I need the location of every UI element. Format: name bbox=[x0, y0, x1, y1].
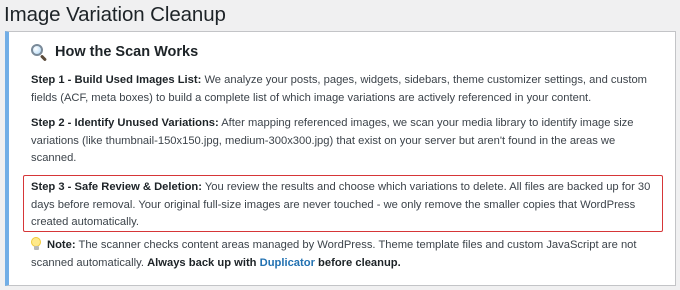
card-heading: How the Scan Works bbox=[30, 41, 198, 63]
magnifier-icon bbox=[30, 43, 48, 62]
note-backup-prefix: Always back up with bbox=[147, 256, 260, 269]
duplicator-link[interactable]: Duplicator bbox=[260, 257, 315, 269]
step-1: Step 1 - Build Used Images List: We anal… bbox=[31, 72, 661, 107]
lightbulb-icon bbox=[31, 237, 41, 250]
step-3: Step 3 - Safe Review & Deletion: You rev… bbox=[31, 179, 661, 232]
card-heading-text: How the Scan Works bbox=[55, 44, 199, 60]
page-title: Image Variation Cleanup bbox=[4, 3, 226, 26]
note-backup-suffix: before cleanup. bbox=[314, 256, 401, 269]
step-1-title: Step 1 - Build Used Images List: bbox=[31, 74, 202, 86]
step-2: Step 2 - Identify Unused Variations: Aft… bbox=[31, 115, 661, 168]
note-label: Note: bbox=[47, 239, 76, 251]
note: Note: The scanner checks content areas m… bbox=[31, 237, 671, 272]
step-2-title: Step 2 - Identify Unused Variations: bbox=[31, 117, 219, 129]
scan-info-card: How the Scan Works Step 1 - Build Used I… bbox=[5, 31, 676, 286]
step-3-title: Step 3 - Safe Review & Deletion: bbox=[31, 181, 202, 193]
